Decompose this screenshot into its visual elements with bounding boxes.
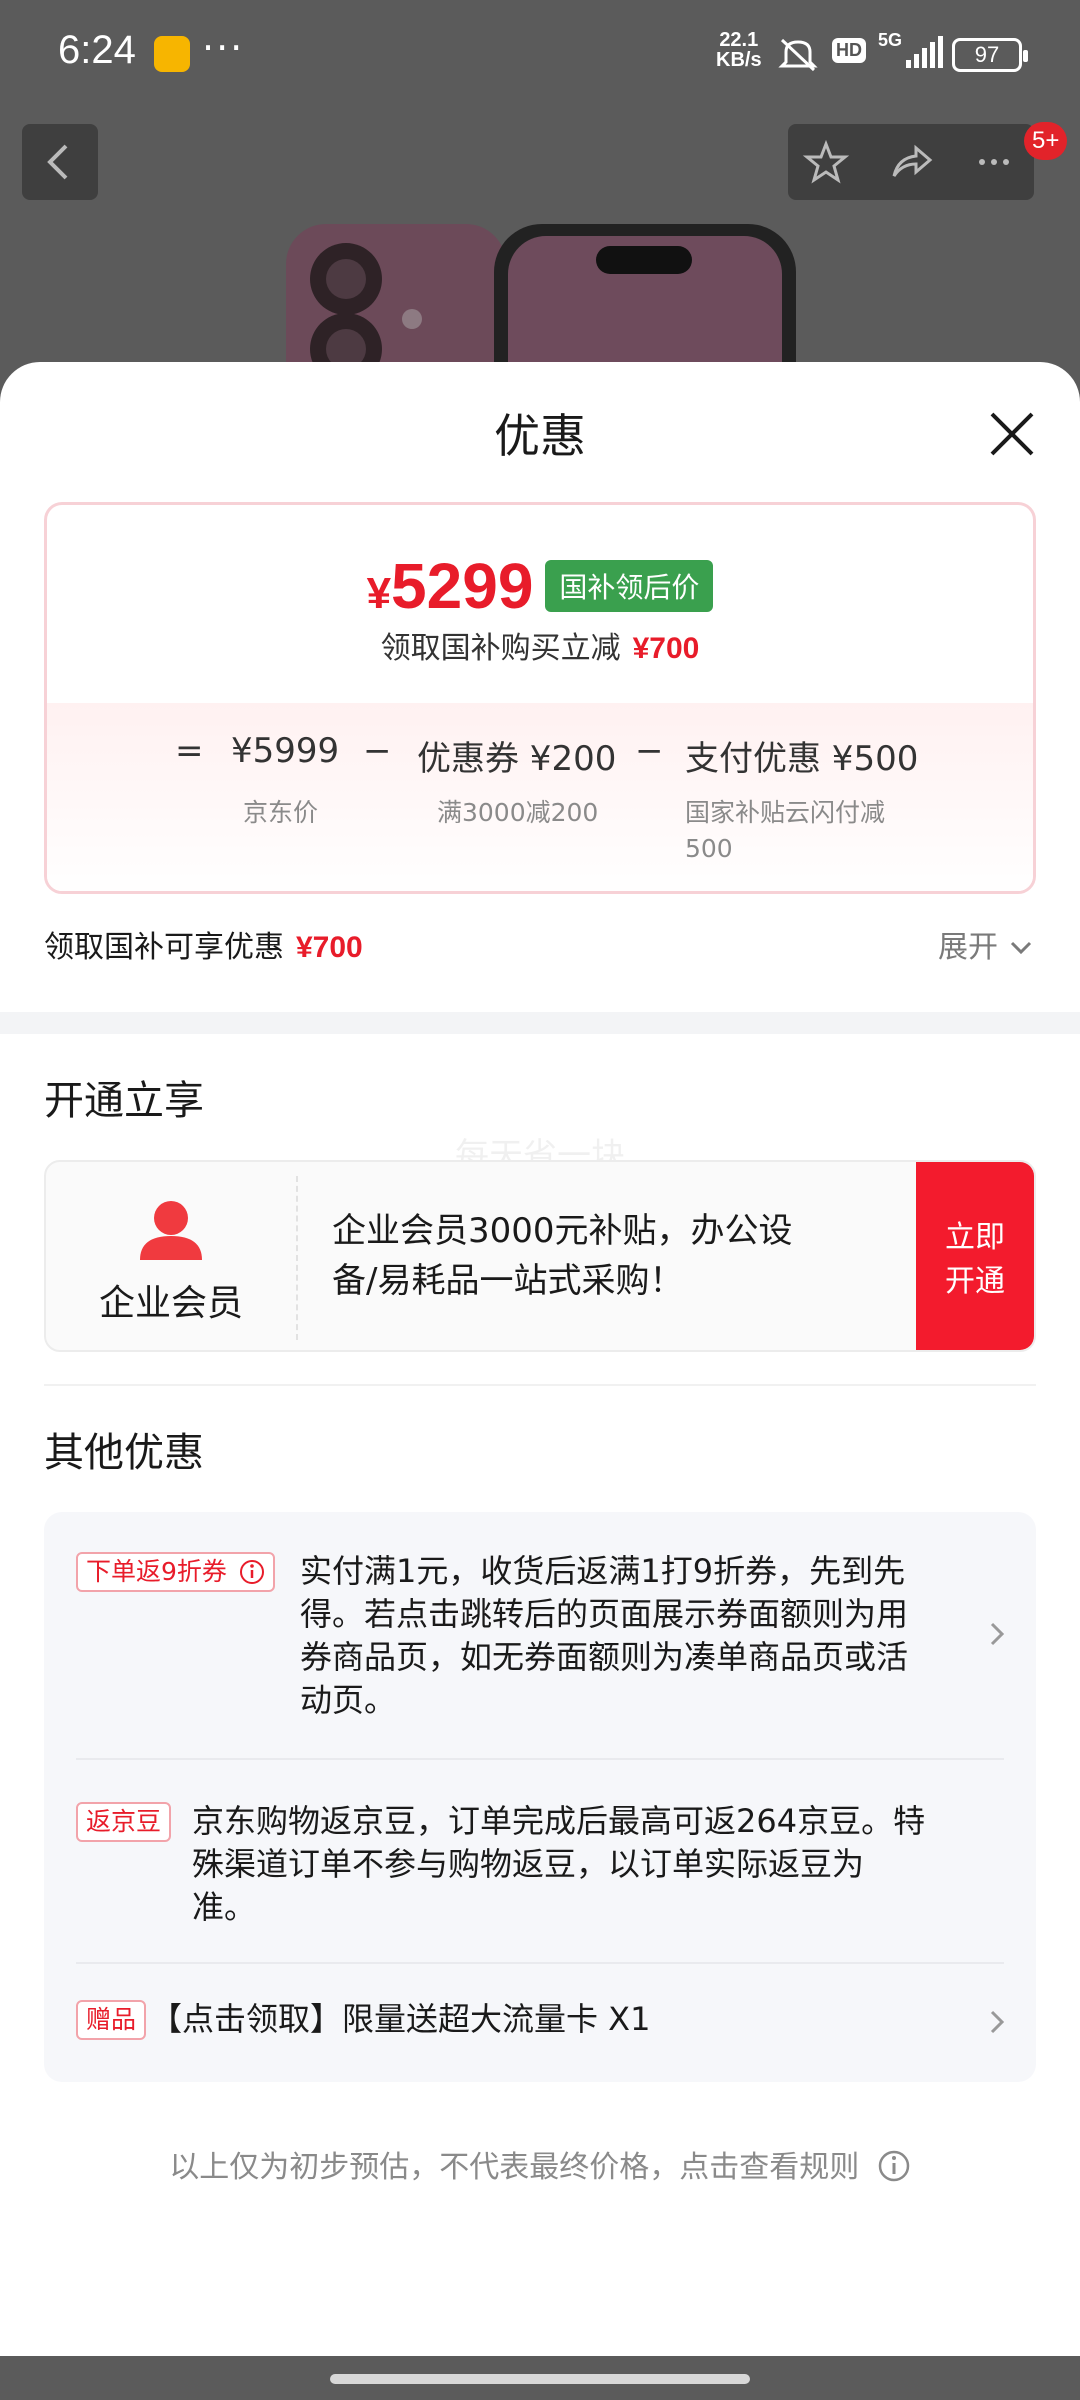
offer-item-gift[interactable]: 赠品 【点击领取】限量送超大流量卡 X1 — [44, 1964, 1036, 2082]
final-price: ¥5299 — [366, 550, 534, 622]
offer-tag: 下单返9折券 — [76, 1552, 275, 1592]
final-price-row: ¥5299 国补领后价 — [47, 549, 1033, 623]
rules-footnote[interactable]: 以上仅为初步预估，不代表最终价格，点击查看规则 — [0, 2142, 1080, 2186]
discount-sheet: 优惠 ¥5299 国补领后价 领取国补购买立减 ¥700 = ¥5999 − 优惠券… — [0, 362, 1080, 2400]
payment-note: 国家补贴云闪付减 500 — [685, 798, 886, 863]
offer-item-rebate-coupon[interactable]: 下单返9折券 实付满1元，收货后返满1打9折券，先到先 得。若点击跳转后的页面展… — [44, 1512, 1036, 1758]
coupon-note: 满3000减200 — [437, 798, 599, 827]
person-icon — [140, 1201, 202, 1260]
info-icon — [878, 2150, 910, 2182]
discount-summary: 领取国补可享优惠 ¥700 — [44, 930, 363, 965]
offer-tag: 返京豆 — [76, 1802, 172, 1842]
cart-badge: 5+ — [1024, 122, 1068, 160]
minus-sign: − — [635, 731, 664, 771]
battery-icon: 97 — [952, 38, 1028, 72]
discount-summary-amount: ¥700 — [296, 931, 363, 964]
signal-icon — [906, 36, 943, 68]
chevron-right-icon — [990, 1622, 1005, 1646]
offer-description: 【点击领取】限量送超大流量卡 X1 — [150, 2000, 651, 2038]
chevron-right-icon — [990, 2010, 1005, 2034]
gesture-nav-area — [0, 2356, 1080, 2400]
subsidy-amount: ¥700 — [632, 632, 700, 665]
status-bar: 6:24 ··· 22.1 KB/s HD 5G 97 — [0, 0, 1080, 110]
open-membership-button[interactable]: 立即 开通 — [916, 1162, 1034, 1350]
more-icon[interactable] — [970, 138, 1018, 186]
offer-description: 京东购物返京豆，订单完成后最高可返264京豆。特 殊渠道订单不参与购物返豆，以订… — [192, 1802, 926, 1926]
home-indicator[interactable] — [330, 2374, 750, 2384]
network-speed: 22.1 KB/s — [716, 29, 762, 71]
info-icon[interactable] — [239, 1559, 265, 1585]
open-section-title: 开通立享 — [44, 1078, 204, 1124]
app-notification-icon — [154, 36, 190, 72]
payment-discount: 支付优惠 ¥500 — [685, 739, 919, 779]
jd-price: ¥5999 — [231, 731, 340, 771]
mute-icon — [778, 38, 818, 72]
offer-tag: 赠品 — [76, 2000, 147, 2040]
section-divider-line — [44, 1384, 1036, 1386]
sheet-title: 优惠 — [494, 409, 586, 463]
subsidy-line: 领取国补购买立减 ¥700 — [380, 631, 700, 666]
other-section-title: 其他优惠 — [44, 1430, 204, 1476]
other-offers-card: 下单返9折券 实付满1元，收货后返满1打9折券，先到先 得。若点击跳转后的页面展… — [44, 1512, 1036, 2082]
offer-item-jd-beans: 返京豆 京东购物返京豆，订单完成后最高可返264京豆。特 殊渠道订单不参与购物返… — [44, 1760, 1036, 1962]
expand-button[interactable]: 展开 — [938, 922, 1034, 966]
back-button[interactable] — [22, 124, 98, 200]
member-badge: 企业会员 — [46, 1162, 296, 1350]
share-icon[interactable] — [886, 138, 934, 186]
price-card: ¥5299 国补领后价 领取国补购买立减 ¥700 = ¥5999 − 优惠券 ¥2… — [44, 502, 1036, 894]
enterprise-member-card[interactable]: 企业会员 企业会员3000元补贴，办公设 备/易耗品一站式采购！ 立即 开通 — [44, 1160, 1036, 1352]
network-type: 5G — [878, 30, 903, 50]
member-description: 企业会员3000元补贴，办公设 备/易耗品一站式采购！ — [332, 1211, 793, 1301]
minus-sign: − — [363, 731, 392, 771]
status-time: 6:24 — [58, 28, 136, 72]
coupon-discount: 优惠券 ¥200 — [417, 739, 617, 779]
final-price-tag: 国补领后价 — [545, 560, 714, 612]
back-arrow-icon — [47, 144, 68, 180]
more-notifications-icon: ··· — [202, 26, 245, 70]
equals-sign: = — [175, 731, 204, 771]
top-actions — [788, 124, 1034, 200]
member-label: 企业会员 — [98, 1283, 243, 1324]
favorite-star-icon[interactable] — [802, 138, 850, 186]
jd-price-note: 京东价 — [243, 798, 319, 827]
close-icon[interactable] — [984, 406, 1040, 462]
offer-description: 实付满1元，收货后返满1打9折券，先到先 得。若点击跳转后的页面展示券面额则为用… — [300, 1552, 909, 1719]
card-divider — [296, 1176, 298, 1340]
chevron-down-icon — [1010, 941, 1031, 955]
hd-icon: HD — [832, 38, 866, 63]
section-divider — [0, 1012, 1080, 1034]
